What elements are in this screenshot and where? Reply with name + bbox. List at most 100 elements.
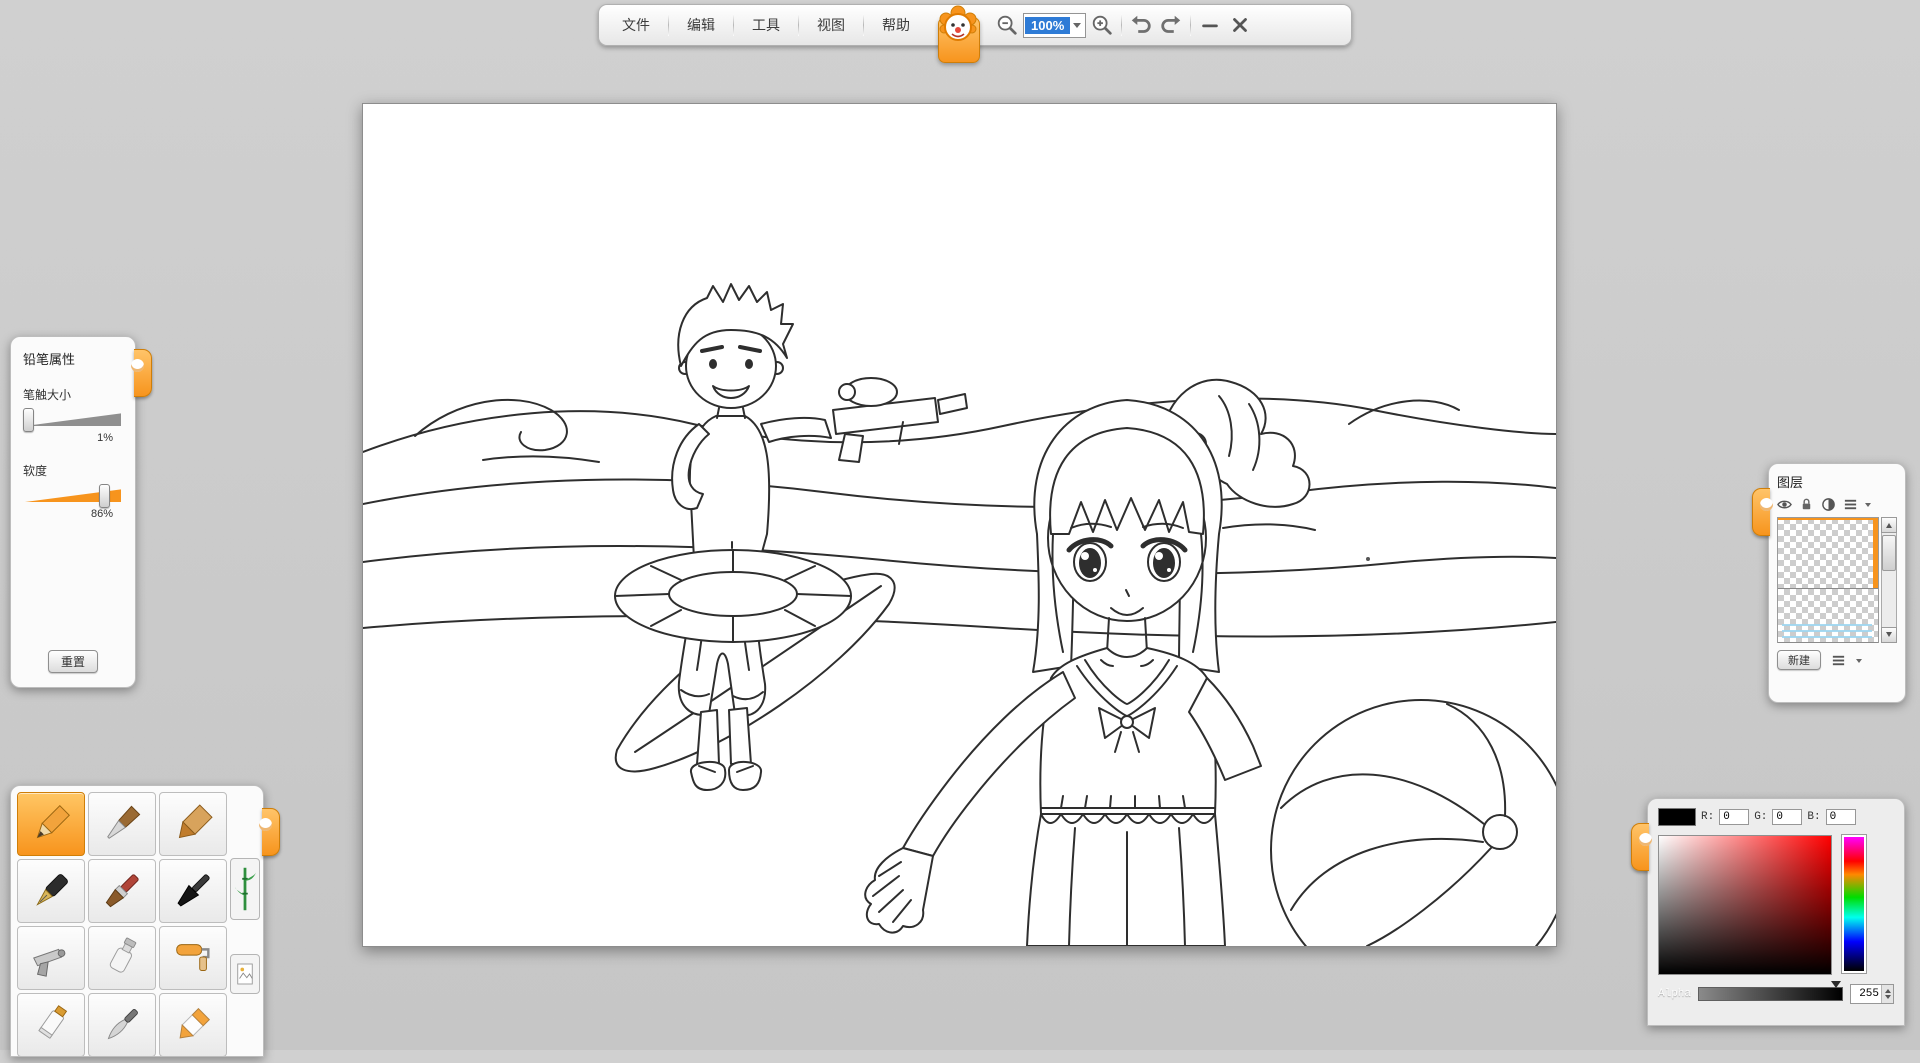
green-input[interactable] bbox=[1772, 809, 1802, 825]
brush-size-thumb[interactable] bbox=[23, 408, 34, 432]
tool-chisel[interactable] bbox=[88, 792, 156, 856]
toolbar-separator bbox=[1190, 14, 1191, 36]
blend-icon[interactable] bbox=[1821, 497, 1836, 512]
toolbar-separator bbox=[798, 14, 799, 36]
swim-ring bbox=[615, 550, 851, 642]
girl-figure bbox=[865, 380, 1309, 946]
softness-slider[interactable] bbox=[23, 485, 123, 505]
toolbar-separator bbox=[863, 14, 864, 36]
current-color-swatch[interactable] bbox=[1658, 808, 1696, 826]
bamboo-icon bbox=[233, 863, 257, 915]
undo-button[interactable] bbox=[1127, 11, 1155, 39]
tool-paint-brush[interactable] bbox=[88, 859, 156, 923]
brush-size-value: 1% bbox=[23, 432, 123, 444]
undo-icon bbox=[1129, 13, 1153, 37]
eye-icon[interactable] bbox=[1777, 497, 1792, 512]
tool-ink-brush[interactable] bbox=[159, 859, 227, 923]
menu-view[interactable]: 视图 bbox=[804, 10, 858, 40]
minimize-icon bbox=[1199, 14, 1221, 36]
layer-item-2[interactable] bbox=[1778, 589, 1878, 643]
scroll-track[interactable] bbox=[1881, 533, 1897, 627]
tool-palette-knife[interactable] bbox=[88, 993, 156, 1057]
tool-marker[interactable] bbox=[159, 792, 227, 856]
toolbar-separator bbox=[668, 14, 669, 36]
tool-palette-tab[interactable] bbox=[262, 808, 280, 856]
red-input[interactable] bbox=[1719, 809, 1749, 825]
drawing-canvas[interactable] bbox=[362, 103, 1557, 947]
paint-tube-icon bbox=[28, 1002, 74, 1048]
tool-airbrush[interactable] bbox=[17, 926, 85, 990]
brush-size-label: 笔触大小 bbox=[23, 386, 123, 403]
zoom-dropdown-arrow[interactable] bbox=[1070, 19, 1084, 32]
layer-item-1[interactable] bbox=[1778, 518, 1878, 589]
green-label: G: bbox=[1754, 811, 1767, 823]
new-layer-button[interactable]: 新建 bbox=[1777, 650, 1821, 670]
zoom-in-icon bbox=[1090, 13, 1114, 37]
app-logo-tab[interactable] bbox=[933, 5, 983, 63]
layer-scrollbar[interactable] bbox=[1881, 517, 1897, 643]
tool-grid bbox=[11, 786, 263, 1063]
zoom-out-button[interactable] bbox=[993, 11, 1021, 39]
blue-input[interactable] bbox=[1826, 809, 1856, 825]
color-picker-panel: R: G: B: Alpha bbox=[1647, 798, 1905, 1026]
scroll-down-button[interactable] bbox=[1881, 627, 1897, 643]
softness-value: 86% bbox=[23, 508, 123, 520]
tool-ink-bottle[interactable] bbox=[88, 926, 156, 990]
lock-icon[interactable] bbox=[1799, 497, 1814, 512]
zoom-out-icon bbox=[995, 13, 1019, 37]
reset-button[interactable]: 重置 bbox=[48, 650, 98, 673]
scroll-up-button[interactable] bbox=[1881, 517, 1897, 533]
zoom-level-field[interactable]: 100% bbox=[1023, 13, 1086, 38]
stray-dot bbox=[1366, 557, 1370, 561]
tool-paint-roller[interactable] bbox=[159, 926, 227, 990]
tool-crayon[interactable] bbox=[159, 993, 227, 1057]
brush-size-slider[interactable] bbox=[23, 409, 123, 429]
tool-palette-panel bbox=[10, 785, 264, 1057]
layers-panel-tab[interactable] bbox=[1752, 488, 1770, 536]
saturation-value-picker[interactable] bbox=[1658, 835, 1832, 975]
softness-label: 软度 bbox=[23, 462, 123, 479]
alpha-value-input[interactable] bbox=[1851, 986, 1881, 1002]
toolbar-separator bbox=[733, 14, 734, 36]
palette-knife-icon bbox=[99, 1002, 145, 1048]
toolbar-separator bbox=[1121, 14, 1122, 36]
red-label: R: bbox=[1701, 811, 1714, 823]
menu-edit[interactable]: 编辑 bbox=[674, 10, 728, 40]
layers-panel: 图层 bbox=[1768, 463, 1906, 703]
menu-help[interactable]: 帮助 bbox=[869, 10, 923, 40]
hue-slider[interactable] bbox=[1842, 835, 1866, 973]
canvas-artwork bbox=[363, 104, 1556, 946]
close-button[interactable] bbox=[1226, 11, 1254, 39]
ink-brush-icon bbox=[170, 868, 216, 914]
tool-category-scroll[interactable] bbox=[230, 954, 260, 994]
waves bbox=[363, 399, 1556, 637]
redo-button[interactable] bbox=[1157, 11, 1185, 39]
alpha-spinner[interactable] bbox=[1881, 985, 1893, 1003]
clown-icon bbox=[938, 4, 978, 46]
water-gun bbox=[833, 378, 967, 462]
softness-thumb[interactable] bbox=[99, 484, 110, 508]
scroll-thumb[interactable] bbox=[1882, 535, 1896, 571]
brush-size-track bbox=[25, 412, 121, 426]
tool-paint-tube[interactable] bbox=[17, 993, 85, 1057]
pencil-properties-panel: 铅笔属性 笔触大小 1% 软度 86% 重置 bbox=[10, 336, 136, 688]
tool-category-bamboo[interactable] bbox=[230, 858, 260, 920]
pencil-panel-tab[interactable] bbox=[134, 349, 152, 397]
list-menu-dropdown-arrow[interactable] bbox=[1856, 659, 1862, 666]
menu-tools[interactable]: 工具 bbox=[739, 10, 793, 40]
minimize-button[interactable] bbox=[1196, 11, 1224, 39]
tool-fountain-pen[interactable] bbox=[17, 859, 85, 923]
layer-menu-icon[interactable] bbox=[1843, 497, 1858, 512]
zoom-level-value: 100% bbox=[1025, 17, 1070, 34]
tool-pencil[interactable] bbox=[17, 792, 85, 856]
list-menu-icon[interactable] bbox=[1831, 653, 1846, 668]
chisel-icon bbox=[99, 801, 145, 847]
layer-thumbnail-strokes bbox=[1782, 624, 1872, 639]
fountain-pen-icon bbox=[28, 868, 74, 914]
menu-file[interactable]: 文件 bbox=[609, 10, 663, 40]
main-toolbar: 文件 编辑 工具 视图 帮助 100% bbox=[598, 4, 1352, 46]
layer-menu-dropdown-arrow[interactable] bbox=[1865, 503, 1871, 510]
alpha-slider[interactable] bbox=[1698, 987, 1843, 1001]
zoom-in-button[interactable] bbox=[1088, 11, 1116, 39]
color-panel-tab[interactable] bbox=[1631, 823, 1649, 871]
